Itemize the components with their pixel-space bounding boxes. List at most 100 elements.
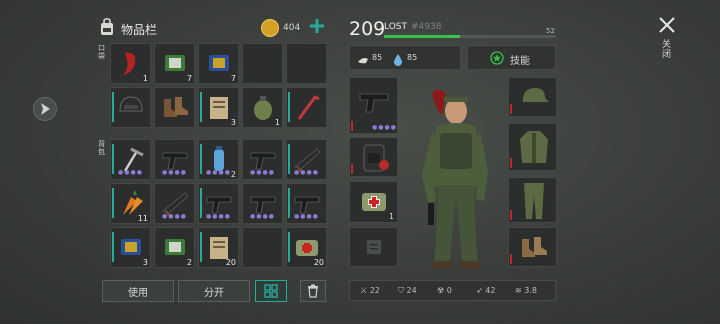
speed-value: 42	[485, 286, 496, 295]
inventory-slot[interactable]: 11	[110, 183, 151, 224]
close-button[interactable]	[656, 14, 678, 36]
selection-marker	[288, 144, 290, 174]
inventory-slot[interactable]: ●●●●	[286, 183, 327, 224]
selection-marker	[200, 232, 202, 262]
radiation-stat: ☢ 0	[437, 286, 452, 295]
running-icon: ➶	[476, 286, 483, 295]
durability-dots: ●●●●	[206, 213, 231, 220]
pants-icon	[524, 183, 544, 219]
inventory-slot[interactable]: ●●●●	[286, 139, 327, 180]
pocket-label: 口袋	[98, 44, 105, 60]
item-count: 7	[186, 74, 192, 83]
notebook-icon	[205, 93, 233, 121]
backpack-label: 背包	[98, 140, 105, 156]
green-card-icon	[161, 233, 189, 261]
inventory-slot[interactable]: 2	[154, 227, 195, 268]
defense-value: 24	[406, 286, 417, 295]
inventory-slot[interactable]: ●●●●	[198, 183, 239, 224]
item-count: 2	[186, 258, 192, 267]
inventory-slot[interactable]: ●●●●	[242, 183, 283, 224]
selection-marker	[112, 232, 114, 262]
selection-marker	[112, 188, 114, 218]
condition-marker	[510, 158, 512, 168]
inventory-slot[interactable]: ●●●●	[110, 139, 151, 180]
close-icon	[659, 17, 675, 33]
water-value: 85	[407, 53, 418, 62]
jacket-icon	[520, 131, 548, 163]
durability-dots: ●●●●	[294, 169, 319, 176]
item-count: 2	[230, 170, 236, 179]
inventory-slot[interactable]: 20	[286, 227, 327, 268]
condition-marker	[351, 121, 353, 131]
plus-icon	[310, 19, 324, 33]
xp-bar-fill	[384, 35, 460, 38]
item-count: 3	[230, 118, 236, 127]
inventory-slot[interactable]: 3	[110, 227, 151, 268]
weapon-slot[interactable]: ●●●●	[349, 77, 398, 134]
red-chili-icon	[117, 49, 145, 77]
selection-marker	[200, 92, 202, 122]
stealth-value: 3.8	[524, 286, 537, 295]
attack-value: 22	[369, 286, 380, 295]
blue-card-icon	[205, 49, 233, 77]
use-button[interactable]: 使用	[102, 280, 174, 302]
split-button[interactable]: 分开	[178, 280, 250, 302]
xp-bar-track	[384, 35, 556, 38]
item-count: 11	[137, 214, 148, 223]
inventory-slot[interactable]: 1	[242, 87, 283, 128]
side-menu-button[interactable]	[33, 97, 57, 121]
backpack-slot[interactable]	[349, 137, 398, 177]
inventory-slot[interactable]	[286, 87, 327, 128]
radiation-value: 0	[446, 286, 452, 295]
legs-slot[interactable]	[508, 177, 557, 223]
condition-marker	[510, 104, 512, 114]
green-card-icon	[161, 49, 189, 77]
inventory-slot[interactable]: 7	[198, 43, 239, 84]
grid-sort-icon	[264, 284, 278, 298]
boots-icon	[161, 93, 189, 121]
inventory-slot[interactable]: 1	[110, 43, 151, 84]
feet-slot[interactable]	[508, 227, 557, 267]
durability-dots: ●●●●	[250, 213, 275, 220]
inventory-slot[interactable]: ●●●●	[242, 139, 283, 180]
attack-stat: ⚔ 22	[360, 286, 380, 295]
sort-button[interactable]	[255, 280, 287, 302]
durability-dots: ●●●●	[250, 169, 275, 176]
trash-button[interactable]	[300, 280, 326, 302]
trash-icon	[308, 284, 318, 298]
head-slot[interactable]	[508, 77, 557, 117]
player-id: #4938	[411, 22, 442, 32]
empty-inventory-slot[interactable]	[242, 227, 283, 268]
add-coins-button[interactable]	[309, 18, 325, 34]
inventory-slot[interactable]: 7	[154, 43, 195, 84]
medkit-slot[interactable]: 1	[349, 181, 398, 223]
grenade-icon	[249, 93, 277, 121]
selection-marker	[112, 92, 114, 122]
inventory-slot[interactable]: ●●●● 2	[198, 139, 239, 180]
skills-button[interactable]: 技能	[467, 45, 556, 70]
durability-dots: ●●●●	[372, 124, 397, 131]
item-count: 1	[142, 74, 148, 83]
inventory-slot[interactable]	[110, 87, 151, 128]
inventory-slot[interactable]: ●●●●	[154, 183, 195, 224]
body-slot[interactable]	[508, 123, 557, 171]
empty-inventory-slot[interactable]	[286, 43, 327, 84]
player-character	[410, 85, 500, 270]
coin-count: 404	[283, 23, 301, 33]
skills-label: 技能	[510, 56, 530, 67]
inventory-slot[interactable]: ●●●●	[154, 139, 195, 180]
condition-marker	[510, 210, 512, 220]
durability-dots: ●●●●	[118, 169, 143, 176]
empty-pocket-slot[interactable]	[349, 227, 398, 267]
item-count: 1	[274, 118, 280, 127]
inventory-slot[interactable]	[154, 87, 195, 128]
carrot-icon	[117, 189, 145, 217]
condition-marker	[351, 164, 353, 174]
speed-stat: ➶ 42	[476, 286, 495, 295]
inventory-slot[interactable]: 3	[198, 87, 239, 128]
sword-icon: ⚔	[360, 286, 368, 295]
inventory-slot[interactable]: 20	[198, 227, 239, 268]
empty-inventory-slot[interactable]	[242, 43, 283, 84]
item-count: 7	[230, 74, 236, 83]
selection-marker	[200, 188, 202, 218]
